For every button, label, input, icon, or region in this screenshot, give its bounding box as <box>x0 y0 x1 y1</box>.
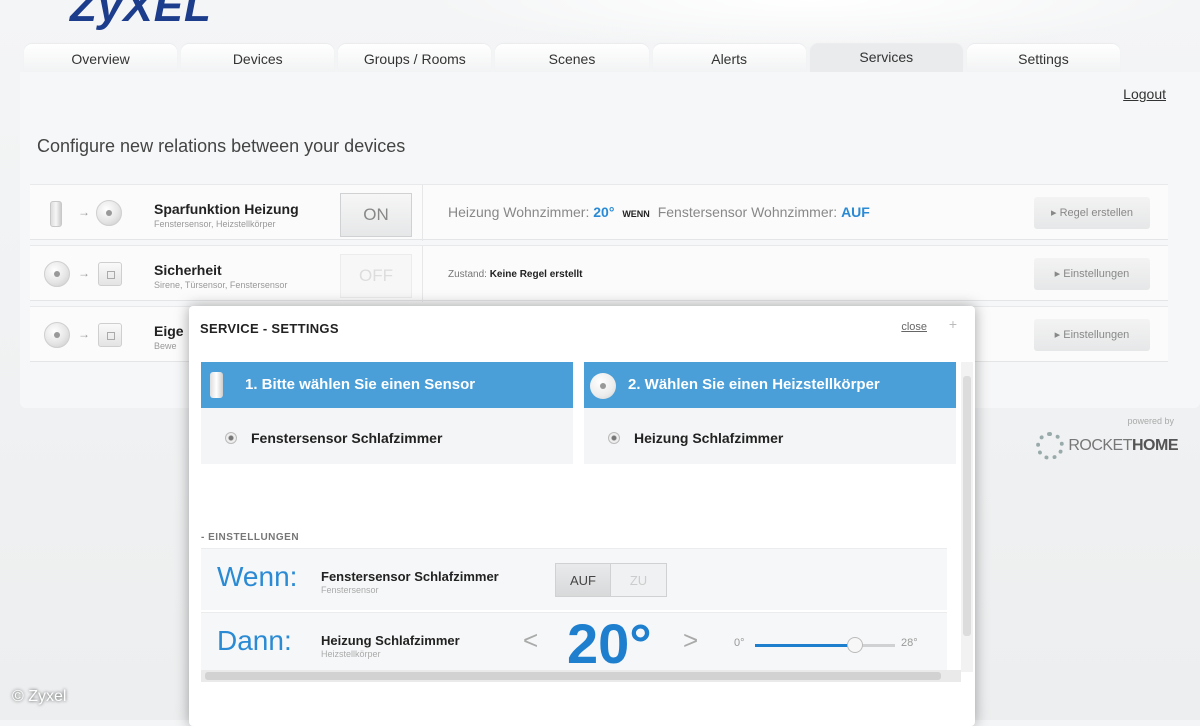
rule-target-value: 20° <box>593 204 615 220</box>
service-row-sicherheit[interactable]: → Sicherheit Sirene, Türsensor, Fensters… <box>30 245 1168 302</box>
tab-services[interactable]: Services <box>809 44 963 72</box>
sensor-step-header: 1. Bitte wählen Sie einen Sensor <box>201 362 573 408</box>
dialog-title: SERVICE - SETTINGS <box>200 321 339 336</box>
arrow-right-icon: → <box>78 266 90 280</box>
heater-step-header: 2. Wählen Sie einen Heizstellkörper <box>584 362 956 408</box>
service-settings-dialog: SERVICE - SETTINGS close + 1. Bitte wähl… <box>189 306 975 726</box>
radio-selected-icon[interactable] <box>608 432 620 444</box>
heater-option[interactable]: Heizung Schlafzimmer <box>584 408 956 464</box>
radio-selected-icon[interactable] <box>225 432 237 444</box>
state-closed-button[interactable]: ZU <box>611 563 667 597</box>
service-devices: Fenstersensor, Heizstellkörper <box>154 219 276 229</box>
rule-target: Heizung Wohnzimmer: <box>448 204 594 220</box>
wenn-row: Wenn: Fenstersensor Schlafzimmer Fenster… <box>201 548 947 610</box>
state-open-button[interactable]: AUF <box>555 563 611 597</box>
dann-device-name: Heizung Schlafzimmer <box>321 633 460 648</box>
service-devices: Bewe <box>154 341 177 351</box>
rule-trigger-value: AUF <box>841 204 870 220</box>
service-state: Zustand: Keine Regel erstellt <box>448 269 583 280</box>
temperature-slider[interactable] <box>755 637 895 653</box>
siren-icon <box>44 261 70 287</box>
thermostat-icon <box>590 373 616 399</box>
header-background <box>420 0 1200 50</box>
main-tabs: Overview Devices Groups / Rooms Scenes A… <box>24 44 1120 72</box>
dann-label: Dann: <box>217 625 292 656</box>
tab-settings[interactable]: Settings <box>966 44 1120 72</box>
sensor-option[interactable]: Fenstersensor Schlafzimmer <box>201 408 573 464</box>
rockethome-wordmark: ROCKETHOME <box>1068 437 1178 454</box>
plus-icon[interactable]: + <box>949 316 957 332</box>
service-device-icons: → <box>44 199 124 227</box>
service-device-icons: → <box>44 321 124 349</box>
arrow-right-icon: → <box>78 205 90 219</box>
service-name: Sicherheit <box>154 262 222 278</box>
heater-column: 2. Wählen Sie einen Heizstellkörper Heiz… <box>584 362 956 464</box>
rule-condition-keyword: WENN <box>622 209 650 219</box>
state-label: Zustand: <box>448 269 487 280</box>
logout-link[interactable]: Logout <box>1123 86 1166 102</box>
horizontal-scrollbar[interactable] <box>201 670 961 682</box>
decrease-temperature-button[interactable]: < <box>523 625 538 656</box>
dann-device-type: Heizstellkörper <box>321 649 381 659</box>
create-rule-button[interactable]: ▸ Regel erstellen <box>1034 197 1150 229</box>
wenn-device-type: Fenstersensor <box>321 585 379 595</box>
settings-section-label[interactable]: - EINSTELLUNGEN <box>201 532 299 543</box>
tab-overview[interactable]: Overview <box>24 44 178 72</box>
vertical-scrollbar[interactable] <box>961 362 973 672</box>
settings-button[interactable]: ▸ Einstellungen <box>1034 258 1150 290</box>
powered-by-label: powered by <box>1127 416 1174 426</box>
window-sensor-icon <box>50 201 62 227</box>
tab-scenes[interactable]: Scenes <box>495 44 649 72</box>
slider-handle[interactable] <box>847 637 863 653</box>
wenn-device-name: Fenstersensor Schlafzimmer <box>321 569 499 584</box>
dann-row: Dann: Heizung Schlafzimmer Heizstellkörp… <box>201 612 947 672</box>
service-name: Sparfunktion Heizung <box>154 201 299 217</box>
temperature-value: 20° <box>567 612 652 672</box>
tab-groups-rooms[interactable]: Groups / Rooms <box>338 44 492 72</box>
service-name: Eige <box>154 323 184 339</box>
state-value: Keine Regel erstellt <box>489 269 583 280</box>
rockethome-gear-icon <box>1036 432 1065 460</box>
dialog-content: 1. Bitte wählen Sie einen Sensor Fenster… <box>201 362 961 672</box>
arrow-right-icon: → <box>78 327 90 341</box>
rockethome-logo: ROCKETHOME <box>1036 432 1179 460</box>
service-rule-description: Heizung Wohnzimmer: 20° WENN Fenstersens… <box>448 204 870 220</box>
service-device-icons: → <box>44 260 124 288</box>
service-toggle-on[interactable]: ON <box>340 193 412 237</box>
settings-button[interactable]: ▸ Einstellungen <box>1034 319 1150 351</box>
door-sensor-icon <box>98 262 122 286</box>
scrollbar-thumb[interactable] <box>963 376 971 636</box>
zyxel-logo: ZyXEL <box>70 0 212 31</box>
slider-min-label: 0° <box>734 637 745 649</box>
divider <box>422 185 423 241</box>
power-outlet-icon <box>98 323 122 347</box>
service-devices: Sirene, Türsensor, Fenstersensor <box>154 280 288 290</box>
heater-step-label: 2. Wählen Sie einen Heizstellkörper <box>628 376 880 393</box>
heater-option-label: Heizung Schlafzimmer <box>634 430 784 446</box>
increase-temperature-button[interactable]: > <box>683 625 698 656</box>
sensor-column: 1. Bitte wählen Sie einen Sensor Fenster… <box>201 362 573 464</box>
motion-sensor-icon <box>44 322 70 348</box>
service-row-sparfunktion[interactable]: → Sparfunktion Heizung Fenstersensor, He… <box>30 184 1168 241</box>
slider-max-label: 28° <box>901 637 918 649</box>
sensor-option-label: Fenstersensor Schlafzimmer <box>251 430 443 446</box>
service-toggle-off[interactable]: OFF <box>340 254 412 298</box>
wenn-label: Wenn: <box>217 561 298 592</box>
tab-alerts[interactable]: Alerts <box>652 44 806 72</box>
divider <box>422 246 423 302</box>
close-link[interactable]: close <box>901 321 927 333</box>
window-state-toggle: AUF ZU <box>555 563 667 597</box>
thermostat-icon <box>96 200 122 226</box>
window-sensor-icon <box>210 372 223 398</box>
page-title: Configure new relations between your dev… <box>37 136 406 156</box>
copyright-watermark: © Zyxel <box>12 688 67 705</box>
slider-fill <box>755 644 855 647</box>
scrollbar-thumb[interactable] <box>205 672 941 680</box>
tab-devices[interactable]: Devices <box>181 44 335 72</box>
rule-trigger: Fenstersensor Wohnzimmer: <box>657 204 842 220</box>
sensor-step-label: 1. Bitte wählen Sie einen Sensor <box>245 376 476 393</box>
